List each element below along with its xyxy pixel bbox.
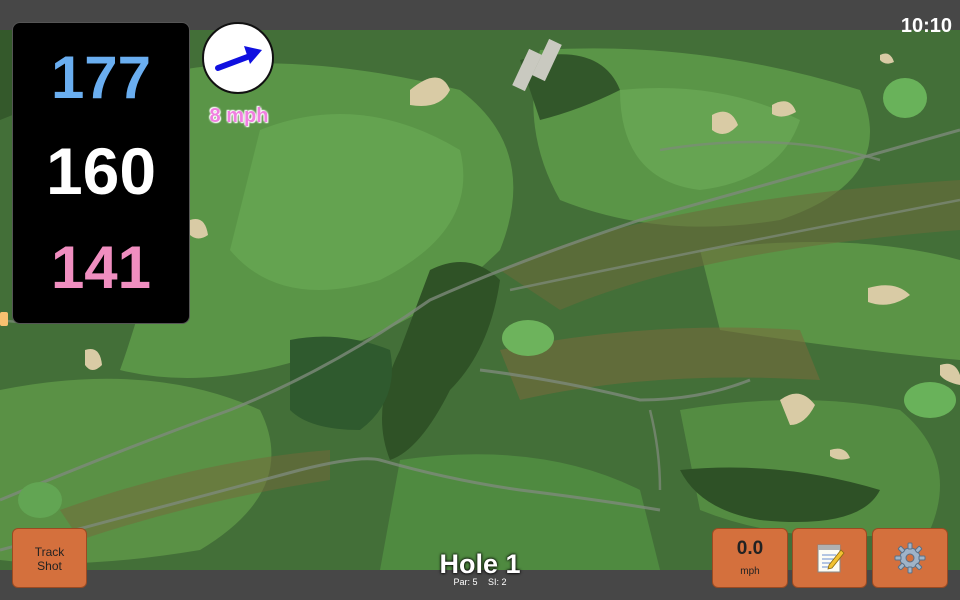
arrow-icon: [215, 46, 262, 71]
settings-button[interactable]: [872, 528, 948, 588]
track-shot-label-line2: Shot: [37, 559, 62, 573]
track-shot-label-line1: Track: [34, 545, 65, 559]
gear-icon: [894, 542, 926, 574]
speed-button[interactable]: 0.0 mph: [712, 528, 788, 588]
hole-par: Par: 5: [453, 577, 478, 587]
speed-unit: mph: [740, 566, 760, 577]
wind-direction-indicator: [202, 22, 274, 94]
hole-info: Par: 5 SI: 2: [380, 577, 580, 587]
distance-front: 141: [50, 234, 152, 301]
distance-back: 177: [50, 44, 152, 111]
clock: 10:10: [900, 15, 952, 37]
notepad-icon: [817, 544, 845, 573]
wind-speed-label: 8 mph: [209, 105, 269, 127]
distance-middle: 160: [45, 134, 157, 208]
hole-title: Hole 1: [439, 549, 521, 579]
speed-value: 0.0: [736, 538, 764, 559]
position-marker: [0, 312, 8, 326]
distance-panel: 177 160 141: [12, 22, 190, 324]
hole-stroke-index: SI: 2: [488, 577, 507, 587]
notes-button[interactable]: [792, 528, 867, 588]
track-shot-button[interactable]: Track Shot: [12, 528, 87, 588]
